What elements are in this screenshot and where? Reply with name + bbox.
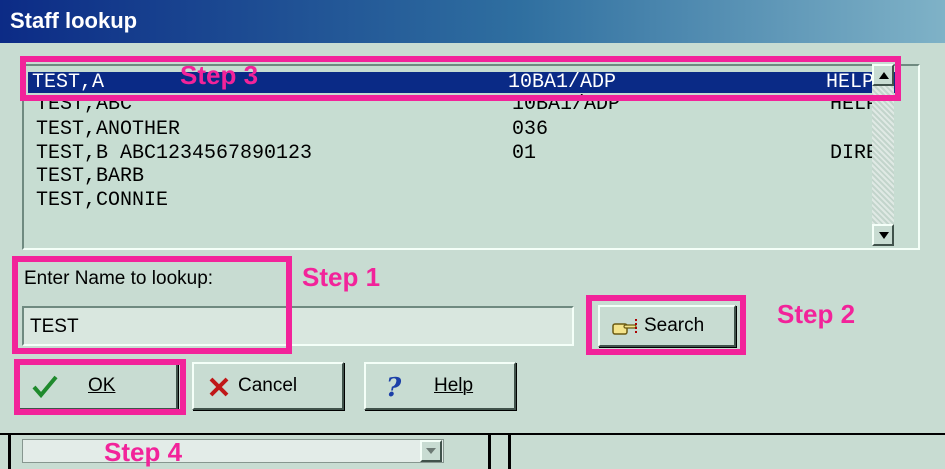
close-icon [209,377,229,397]
divider [8,435,11,469]
chevron-down-icon [426,448,436,454]
help-button-label: Help [434,375,474,396]
step2-highlight [586,295,746,355]
step4-highlight [14,359,186,415]
bottom-combo-box[interactable] [22,439,444,463]
list-item-code: 036 [512,119,549,140]
list-item-name: TEST,B ABC1234567890123 [36,143,313,164]
title-bar [0,0,945,43]
step1-label: Step 1 [302,262,381,292]
cancel-button[interactable]: Cancel [192,362,344,410]
list-item-code: 01 [512,143,537,164]
window-title: Staff lookup [10,8,138,33]
divider [488,435,491,469]
list-item[interactable]: TEST,B ABC1234567890123 01 DIREC [32,143,895,164]
list-item[interactable]: TEST,CONNIE [32,190,895,211]
step2-label: Step 2 [777,299,856,329]
list-item[interactable]: TEST,BARB [32,166,895,187]
list-item-name: TEST,BARB [36,166,145,187]
combo-dropdown-button[interactable] [420,440,442,462]
help-button[interactable]: ? Help [364,362,516,410]
list-item-name: TEST,CONNIE [36,190,169,211]
cancel-button-label: Cancel [238,375,298,396]
step3-highlight [20,56,901,101]
question-mark-icon: ? [386,373,402,400]
divider [508,435,511,469]
step4-label: Step 4 [104,437,183,467]
arrow-down-icon [879,232,889,239]
step1-highlight [12,256,292,354]
svg-text:?: ? [386,373,402,400]
scroll-down-button[interactable] [872,224,894,246]
step3-label: Step 3 [180,60,259,90]
list-item[interactable]: TEST,ANOTHER 036 [32,119,895,140]
list-item-name: TEST,ANOTHER [36,119,181,140]
